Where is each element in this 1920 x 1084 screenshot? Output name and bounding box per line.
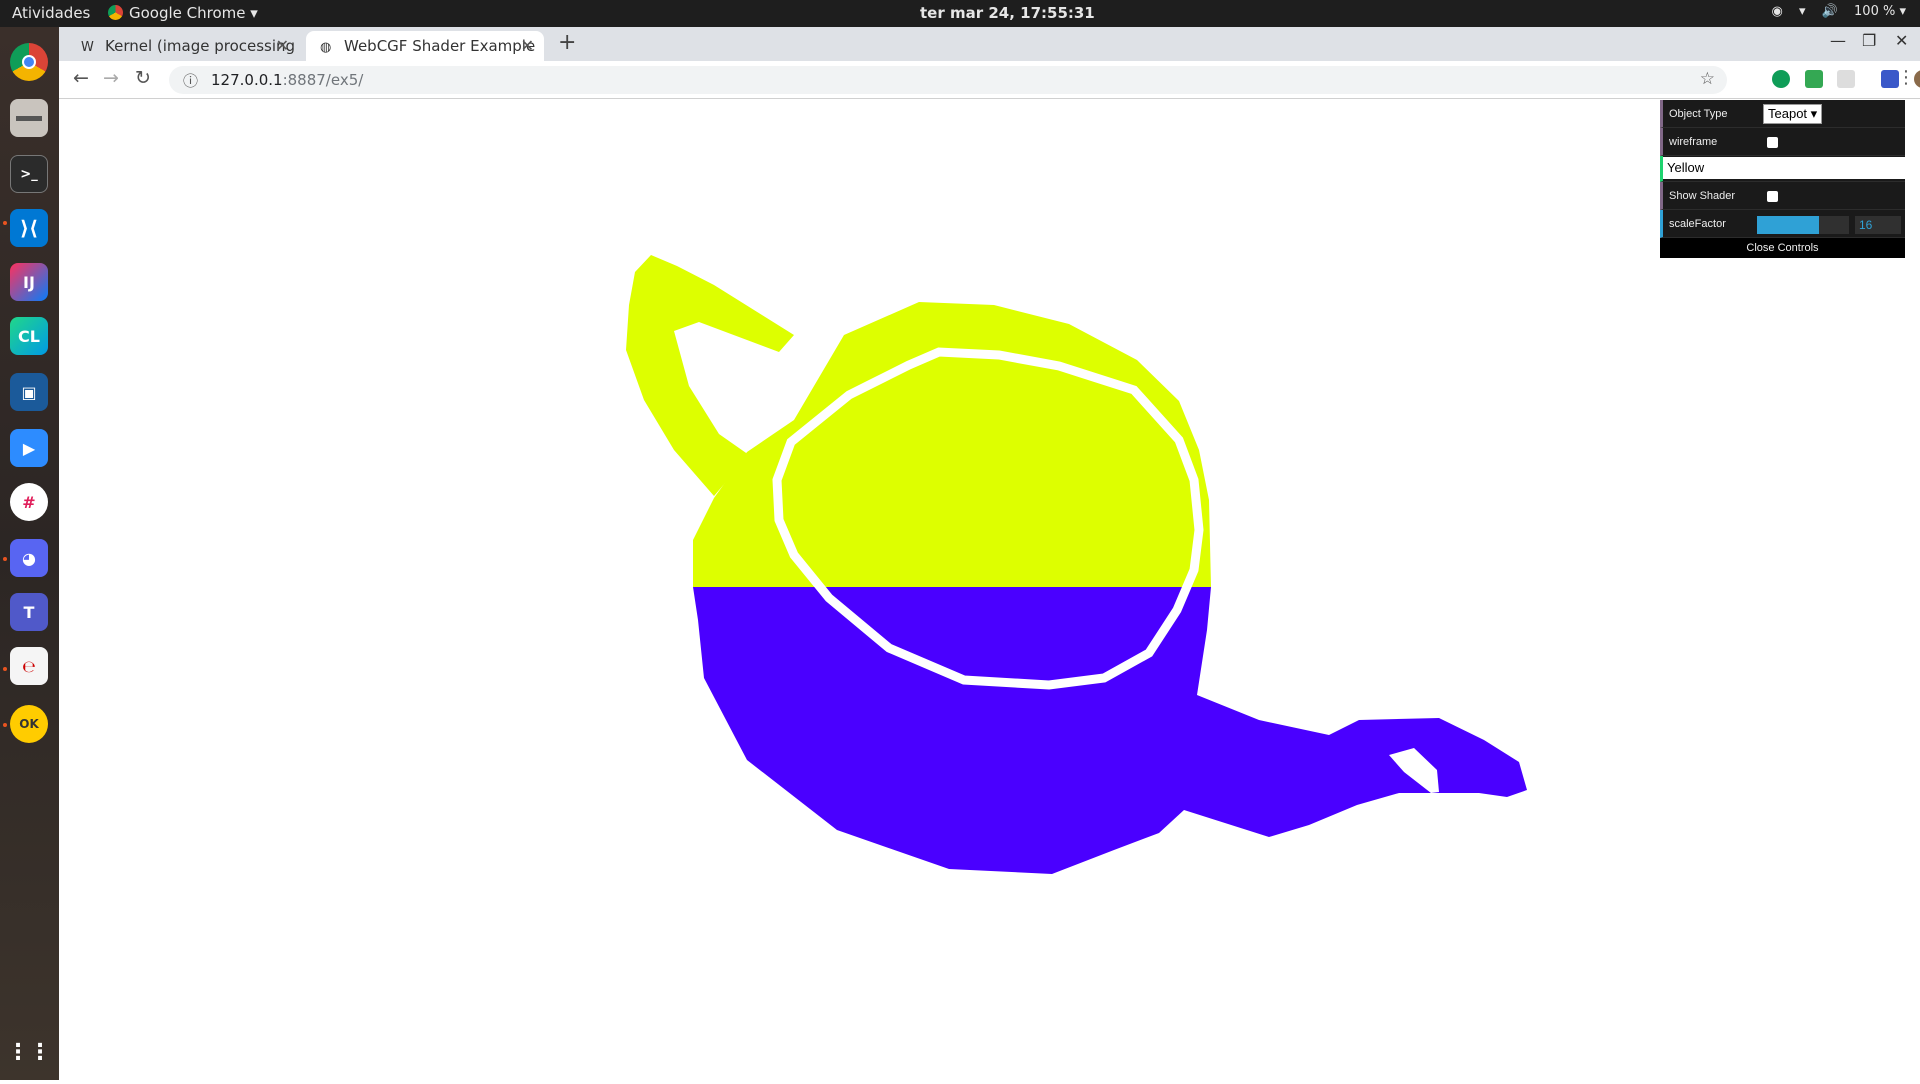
object-type-select[interactable]: Teapot ▾ [1763,104,1823,124]
scale-factor-label: scaleFactor [1669,218,1726,230]
object-type-label: Object Type [1669,108,1728,120]
webgl-canvas[interactable] [59,100,1920,1080]
clock[interactable]: ter mar 24, 17:55:31 [920,4,1095,22]
tab-kernel[interactable]: W Kernel (image processing ✕ [67,31,299,61]
menu-kebab-icon[interactable]: ⋮ [1897,67,1915,88]
okular-icon[interactable]: OK [10,705,48,743]
tab-webcgf[interactable]: ◍ WebCGF Shader Example ✕ [306,31,544,61]
new-tab-button[interactable]: + [558,30,576,55]
scale-factor-row: scaleFactor 16 [1660,210,1905,238]
teams-icon[interactable]: T [10,593,48,631]
tab-title: Kernel (image processing [105,37,296,55]
terminal-icon[interactable]: >_ [10,155,48,193]
volume-icon: 🔊 [1821,4,1838,19]
object-type-row: Object Type Teapot ▾ [1660,100,1905,128]
scale-factor-slider[interactable] [1757,216,1849,234]
vscode-icon[interactable]: ⟩⟨ [10,209,48,247]
system-top-bar: Atividades Google Chrome ▾ ter mar 24, 1… [0,0,1920,27]
clion-icon[interactable]: CL [10,317,48,355]
color-input[interactable]: Yellow [1663,157,1905,179]
show-shader-label: Show Shader [1669,190,1736,202]
show-shader-row: Show Shader [1660,182,1905,210]
color-row: Yellow [1660,156,1905,182]
controls-panel: Object Type Teapot ▾ wireframe Yellow Sh… [1660,100,1905,258]
url-path: :8887/ex5/ [282,71,364,89]
text-editor-icon[interactable]: ℮ [10,647,48,685]
app-menu[interactable]: Google Chrome ▾ [108,4,258,22]
virtualbox-icon[interactable]: ▣ [10,373,48,411]
close-tab-icon[interactable]: ✕ [276,36,289,55]
slack-icon[interactable]: # [10,483,48,521]
scale-factor-input[interactable]: 16 [1855,216,1901,234]
extension-icon-green[interactable] [1772,70,1790,88]
slider-fill [1757,216,1819,234]
discord-icon[interactable]: ◕ [10,539,48,577]
system-tray[interactable]: ◉ ▾ 🔊 100 % ▾ [1760,4,1906,19]
address-bar[interactable]: ⓘ 127.0.0.1:8887/ex5/ ☆ [169,66,1727,94]
bookmark-star-icon[interactable]: ☆ [1700,69,1715,89]
files-icon[interactable] [10,99,48,137]
tab-title: WebCGF Shader Example [344,37,536,55]
wireframe-row: wireframe [1660,128,1905,156]
running-indicator [3,667,7,671]
teapot-body-bottom [693,587,1527,874]
extension-icon-grey[interactable] [1837,70,1855,88]
close-window-icon[interactable]: ✕ [1895,31,1908,50]
app-name: Google Chrome ▾ [129,4,258,22]
dock: >_ ⟩⟨ IJ CL ▣ ▶ # ◕ T ℮ OK ⋮⋮ [0,27,59,1080]
activities-button[interactable]: Atividades [12,4,90,22]
wifi-icon: ▾ [1799,4,1806,19]
intellij-icon[interactable]: IJ [10,263,48,301]
close-tab-icon[interactable]: ✕ [521,36,534,55]
teapot-render [626,255,1527,874]
restore-icon[interactable]: ❐ [1862,31,1876,50]
close-controls-button[interactable]: Close Controls [1660,238,1905,258]
running-indicator [3,557,7,561]
wireframe-label: wireframe [1669,136,1718,148]
running-indicator [3,723,7,727]
chrome-icon[interactable] [10,43,48,81]
minimize-icon[interactable]: — [1830,31,1846,50]
toolbar: ← → ↻ ⓘ 127.0.0.1:8887/ex5/ ☆ ⋮ [59,61,1920,99]
wikipedia-icon: W [81,40,94,55]
tab-strip: W Kernel (image processing ✕ ◍ WebCGF Shad… [59,27,1920,61]
site-info-icon[interactable]: ⓘ [183,70,198,91]
running-indicator [3,221,7,225]
forward-button[interactable]: → [103,67,119,89]
discord-tray-icon[interactable]: ◉ [1772,4,1783,19]
back-button[interactable]: ← [73,67,89,89]
zoom-icon[interactable]: ▶ [10,429,48,467]
apps-grid-icon[interactable]: ⋮⋮ [7,1033,51,1071]
chrome-small-icon [108,5,123,20]
show-shader-checkbox[interactable] [1767,191,1778,202]
reload-button[interactable]: ↻ [135,67,151,89]
extension-icon-leaf[interactable] [1805,70,1823,88]
wireframe-checkbox[interactable] [1767,137,1778,148]
url-host: 127.0.0.1 [211,71,283,89]
battery-status: 100 % ▾ [1854,4,1906,19]
globe-icon: ◍ [320,40,332,55]
